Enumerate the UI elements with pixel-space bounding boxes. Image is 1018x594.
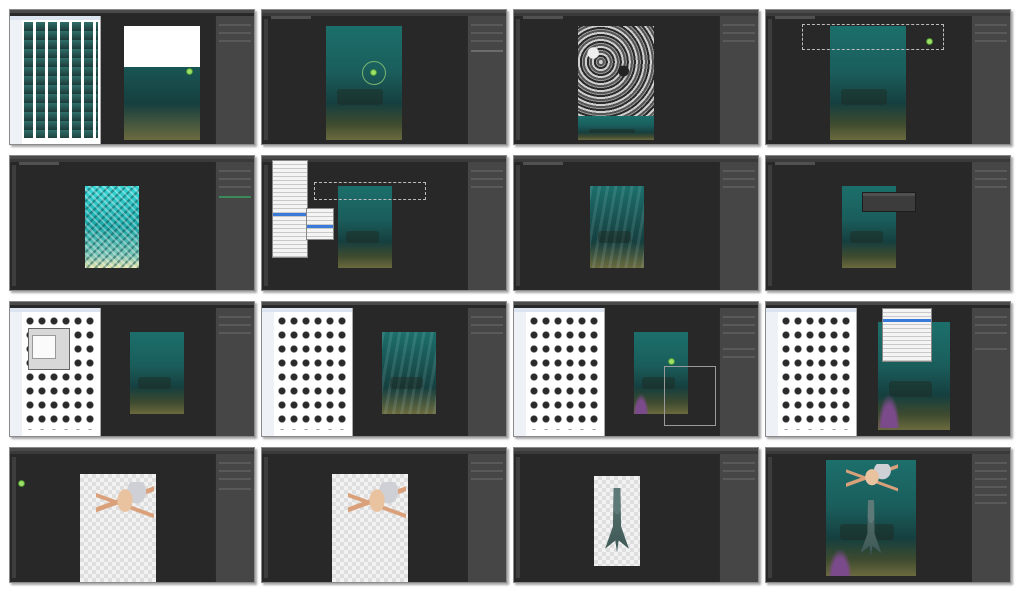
document-tab (523, 162, 563, 165)
tools-panel (768, 165, 772, 286)
transform-box[interactable] (664, 366, 716, 426)
selection-marquee (802, 24, 944, 50)
document-tab (523, 16, 563, 19)
sparkle-layer-canvas (85, 186, 139, 268)
brush-file-browser (766, 308, 857, 436)
thumbnail-6 (261, 155, 507, 291)
menu-bar (10, 10, 254, 13)
file-browser-window (10, 16, 101, 144)
document-tab (775, 16, 815, 19)
tools-panel (516, 457, 520, 578)
brush-preset-dialog[interactable] (28, 328, 70, 370)
thumbnail-15 (513, 447, 759, 583)
layers-panel (971, 16, 1010, 144)
tools-panel (264, 165, 268, 286)
document-canvas (124, 26, 200, 140)
document-tab (271, 16, 311, 19)
brush-file-browser (262, 308, 353, 436)
filter-submenu[interactable] (306, 208, 334, 240)
mermaid-torso-image (348, 482, 406, 544)
browser-toolbar (10, 16, 100, 20)
layers-panel (215, 16, 254, 144)
thumbnail-12 (765, 301, 1011, 437)
adjustment-dialog[interactable] (862, 192, 916, 212)
layers-panel (971, 308, 1010, 436)
thumbnail-3 (513, 9, 759, 145)
layers-panel (719, 308, 758, 436)
mermaid-torso-image (96, 482, 154, 544)
tools-panel (12, 165, 16, 286)
brush-icon-grid (780, 314, 854, 430)
tools-panel (768, 457, 772, 578)
thumbnail-14 (261, 447, 507, 583)
filter-menu[interactable] (272, 160, 308, 258)
brush-center-icon (370, 69, 377, 76)
coral-brush-stroke (826, 544, 854, 576)
photo-grid (24, 22, 98, 138)
layers-panel (467, 162, 506, 290)
document-canvas (326, 26, 402, 140)
layers-panel (971, 454, 1010, 582)
layers-panel (719, 162, 758, 290)
layers-panel (719, 16, 758, 144)
noise-layer-canvas (578, 26, 654, 116)
document-canvas (578, 116, 654, 140)
brush-icon-grid (528, 314, 602, 430)
tools-panel (516, 19, 520, 140)
document-canvas (590, 186, 644, 268)
coral-brush-stroke (876, 388, 902, 428)
layers-panel (215, 308, 254, 436)
layers-panel (467, 454, 506, 582)
thumbnail-13 (9, 447, 255, 583)
coral-brush-stroke (632, 390, 650, 414)
brush-cursor-icon (668, 358, 675, 365)
brush-file-browser (514, 308, 605, 436)
tools-panel (12, 457, 16, 578)
thumbnail-16 (765, 447, 1011, 583)
tools-panel (516, 165, 520, 286)
brush-cursor-icon (926, 38, 933, 45)
brush-cursor-icon (18, 480, 25, 487)
tools-panel (768, 19, 772, 140)
layers-panel (467, 308, 506, 436)
thumbnail-5 (9, 155, 255, 291)
document-canvas (130, 332, 184, 414)
layers-panel (467, 16, 506, 144)
thumbnail-7 (513, 155, 759, 291)
thumbnail-4 (765, 9, 1011, 145)
brush-cursor-icon (186, 68, 193, 75)
thumbnail-8 (765, 155, 1011, 291)
thumbnail-1 (9, 9, 255, 145)
layers-panel (719, 454, 758, 582)
tools-panel (264, 19, 268, 140)
document-tab (19, 162, 59, 165)
document-canvas (382, 332, 436, 414)
context-menu[interactable] (882, 308, 932, 362)
selection-marquee (314, 182, 426, 200)
thumbnail-11 (513, 301, 759, 437)
thumbnail-10 (261, 301, 507, 437)
document-tab (775, 162, 815, 165)
thumbnail-9 (9, 301, 255, 437)
thumbnail-2 (261, 9, 507, 145)
layers-panel (971, 162, 1010, 290)
layers-panel (215, 454, 254, 582)
tools-panel (264, 457, 268, 578)
browser-nav-pane (10, 20, 22, 144)
layers-panel (215, 162, 254, 290)
brush-icon-grid (276, 314, 350, 430)
